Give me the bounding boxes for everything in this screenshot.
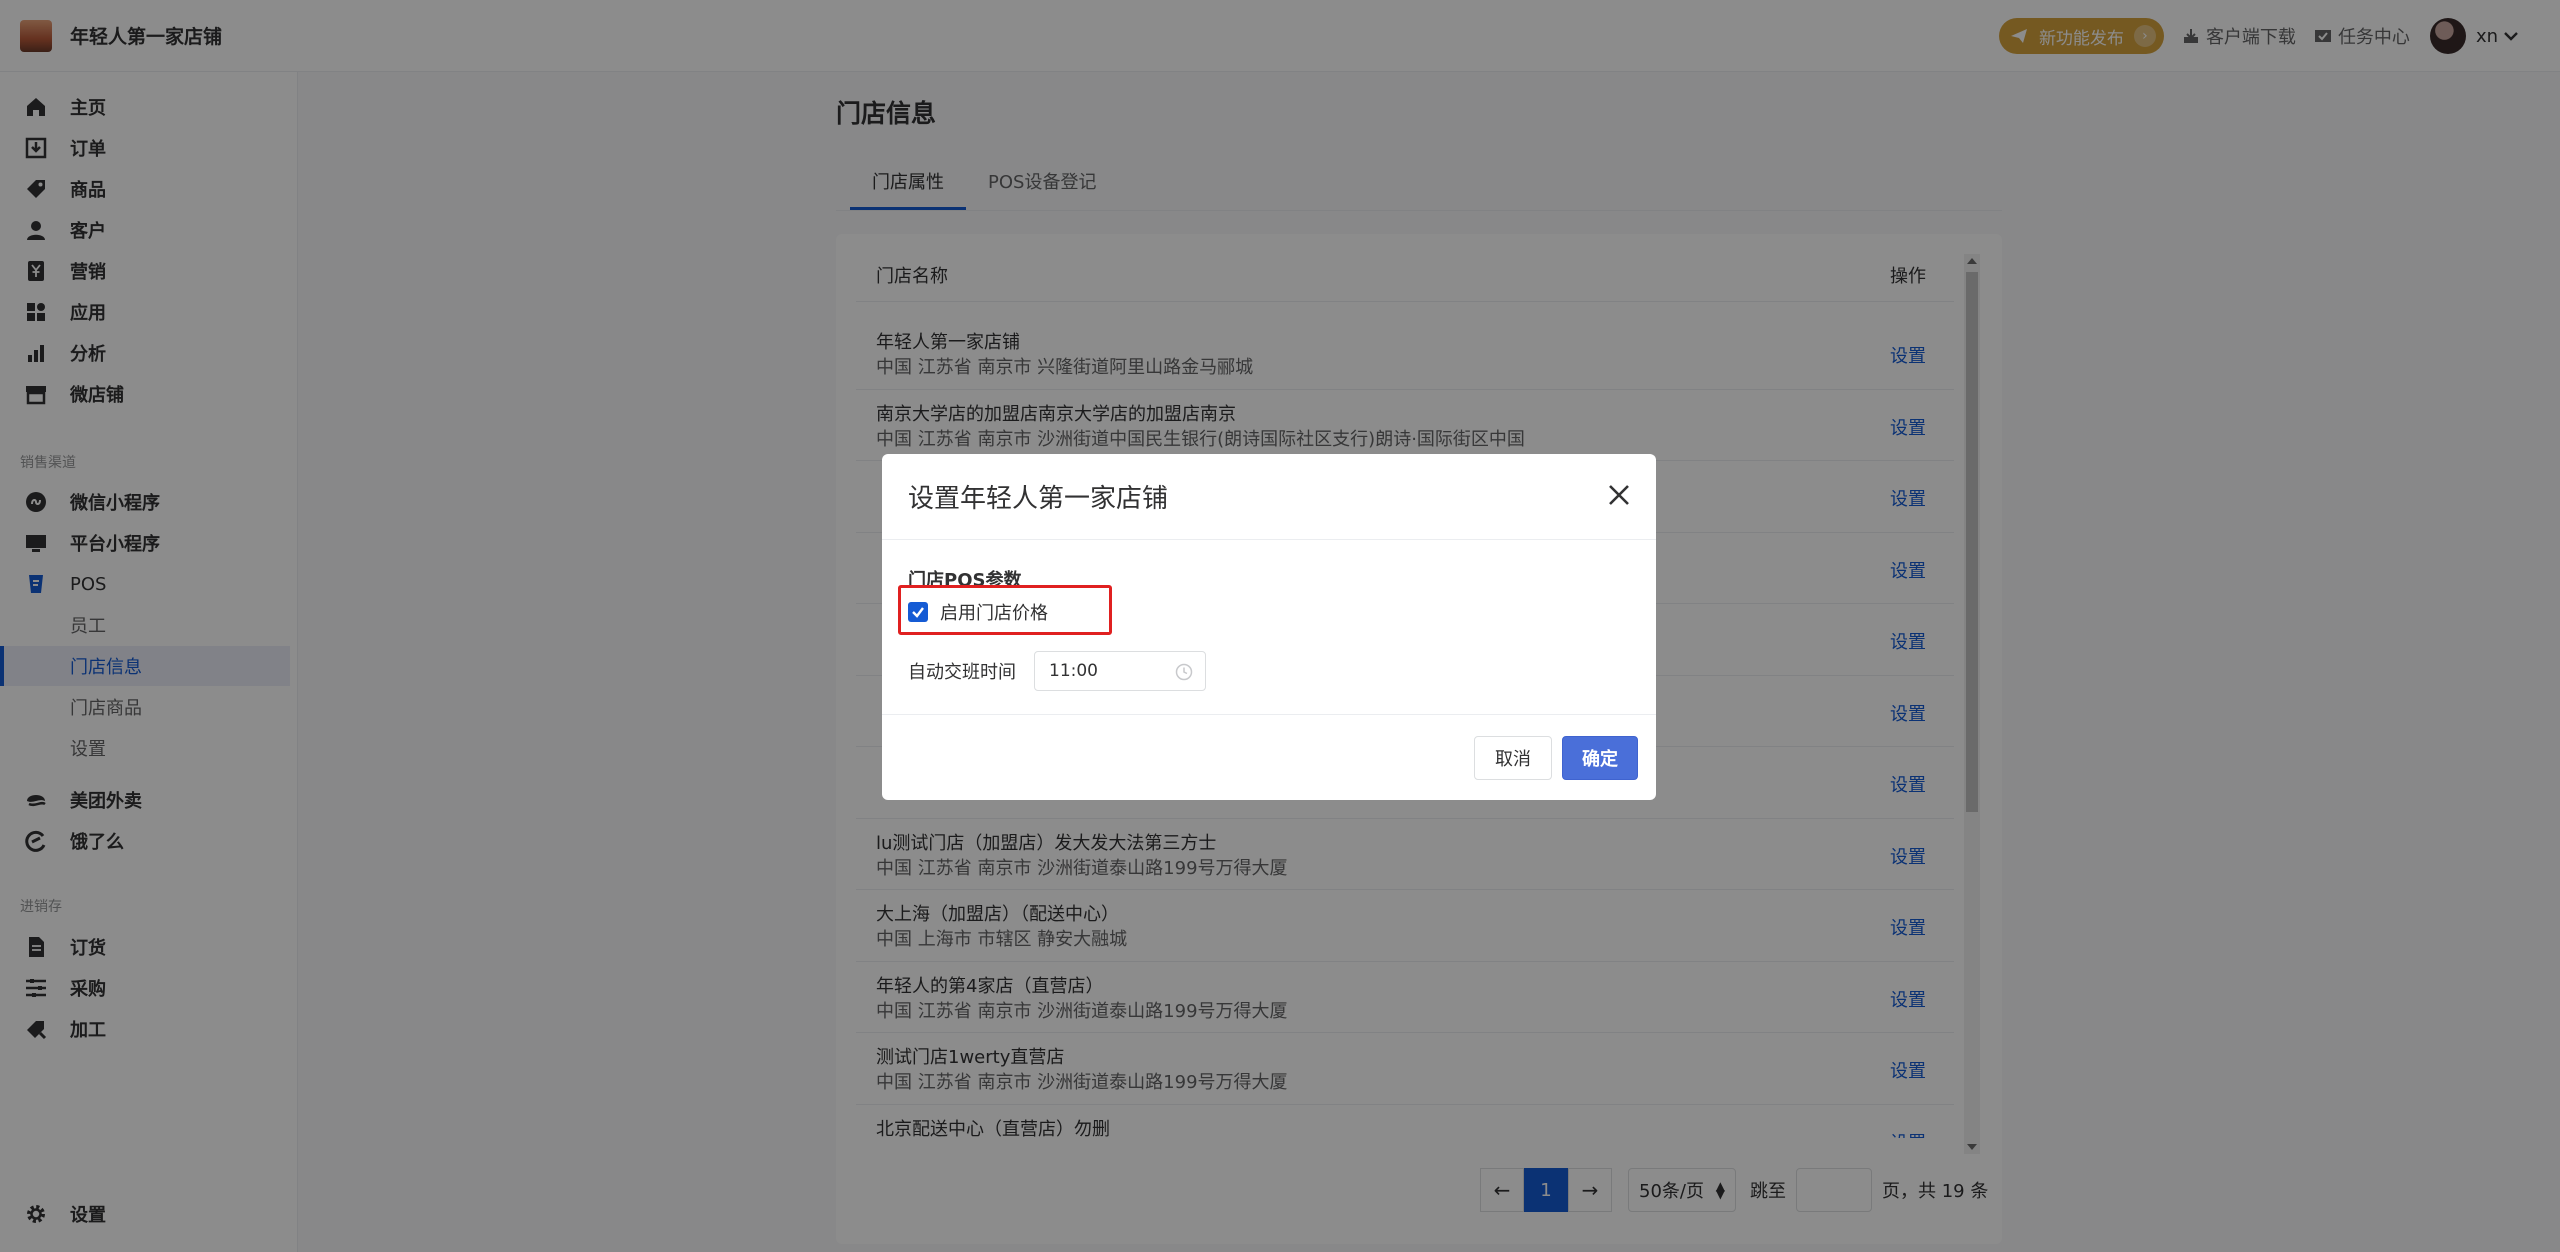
auto-shift-time-value: 11:00 [1049, 661, 1098, 681]
cancel-button[interactable]: 取消 [1474, 736, 1552, 780]
close-icon[interactable] [1604, 480, 1634, 510]
enable-store-price-label: 启用门店价格 [940, 603, 1048, 624]
checkmark-icon [912, 607, 924, 618]
auto-shift-time-label: 自动交班时间 [908, 662, 1016, 683]
enable-store-price-checkbox[interactable] [908, 602, 928, 622]
store-settings-dialog: 设置年轻人第一家店铺 门店POS参数 启用门店价格 自动交班时间 11:00 取… [882, 454, 1656, 800]
clock-icon [1175, 663, 1193, 681]
auto-shift-time-row: 自动交班时间 11:00 [908, 651, 1206, 691]
confirm-button[interactable]: 确定 [1562, 736, 1638, 780]
dialog-header: 设置年轻人第一家店铺 [882, 454, 1656, 540]
auto-shift-time-picker[interactable]: 11:00 [1034, 651, 1206, 691]
dialog-footer-divider [882, 714, 1656, 715]
dialog-title: 设置年轻人第一家店铺 [908, 484, 1169, 514]
enable-store-price-option[interactable]: 启用门店价格 [908, 599, 1048, 625]
